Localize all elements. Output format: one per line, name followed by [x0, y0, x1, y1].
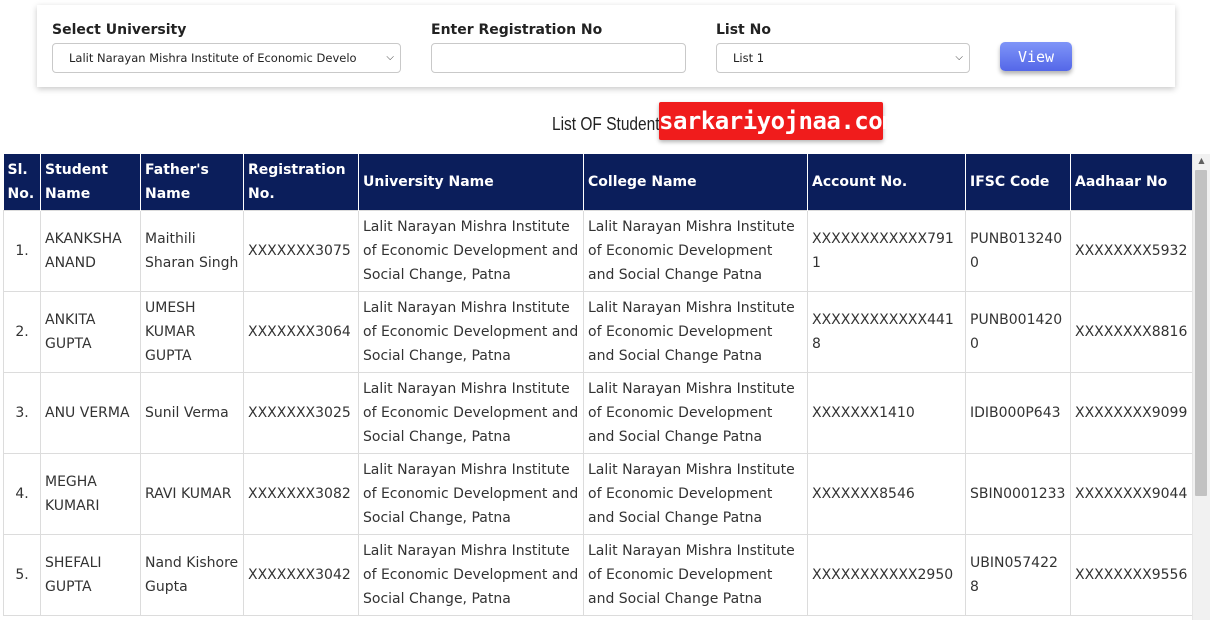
- cell-fathers-name: UMESH KUMAR GUPTA: [140, 291, 244, 373]
- cell-ifsc-code: UBIN0574228: [965, 534, 1071, 616]
- registration-label: Enter Registration No: [431, 22, 603, 38]
- header-university-name: University Name: [358, 154, 584, 211]
- cell-student-name: SHEFALI GUPTA: [40, 534, 141, 616]
- cell-registration-no: XXXXXXX3064: [243, 291, 359, 373]
- cell-college-name: Lalit Narayan Mishra Institute of Econom…: [583, 453, 808, 535]
- table-row: 5. SHEFALI GUPTA Nand Kishore Gupta XXXXXXX…: [3, 534, 1192, 616]
- cell-student-name: ANU VERMA: [40, 372, 141, 454]
- chevron-down-icon: ⌵: [955, 52, 963, 63]
- cell-ifsc-code: IDIB000P643: [965, 372, 1071, 454]
- cell-student-name: ANKITA GUPTA: [40, 291, 141, 373]
- list-no-select[interactable]: List 1 ⌵: [716, 43, 970, 73]
- cell-college-name: Lalit Narayan Mishra Institute of Econom…: [583, 291, 808, 373]
- cell-sl-no: 2.: [3, 291, 41, 373]
- student-table-container: Sl. No. Student Name Father's Name Registra…: [3, 154, 1192, 620]
- view-button[interactable]: View: [1000, 42, 1072, 71]
- cell-fathers-name: RAVI KUMAR: [140, 453, 244, 535]
- cell-sl-no: 3.: [3, 372, 41, 454]
- cell-account-no: XXXXXXX8546: [807, 453, 966, 535]
- cell-university-name: Lalit Narayan Mishra Institute of Econom…: [358, 453, 584, 535]
- vertical-scrollbar[interactable]: ▲: [1192, 154, 1210, 620]
- cell-registration-no: XXXXXXX3082: [243, 453, 359, 535]
- university-label: Select University: [52, 22, 187, 38]
- cell-university-name: Lalit Narayan Mishra Institute of Econom…: [358, 210, 584, 292]
- cell-student-name: AKANKSHA ANAND: [40, 210, 141, 292]
- cell-fathers-name: Nand Kishore Gupta: [140, 534, 244, 616]
- cell-ifsc-code: PUNB0132400: [965, 210, 1071, 292]
- table-row: 4. MEGHA KUMARI RAVI KUMAR XXXXXXX3082 Lalit…: [3, 453, 1192, 535]
- university-select[interactable]: Lalit Narayan Mishra Institute of Econom…: [52, 43, 401, 73]
- cell-aadhaar-no: XXXXXXXX9099: [1070, 372, 1192, 454]
- table-row: 1. AKANKSHA ANAND Maithili Sharan Singh XXX…: [3, 210, 1192, 292]
- university-select-value: Lalit Narayan Mishra Institute of Econom…: [69, 51, 357, 65]
- cell-aadhaar-no: XXXXXXXX9556: [1070, 534, 1192, 616]
- header-account-no: Account No.: [807, 154, 966, 211]
- table-row: 3. ANU VERMA Sunil Verma XXXXXXX3025 Lalit N…: [3, 372, 1192, 454]
- scroll-up-arrow-icon[interactable]: ▲: [1193, 154, 1210, 168]
- cell-college-name: Lalit Narayan Mishra Institute of Econom…: [583, 210, 808, 292]
- cell-fathers-name: Maithili Sharan Singh: [140, 210, 244, 292]
- header-aadhaar-no: Aadhaar No: [1070, 154, 1192, 211]
- table-row: 2. ANKITA GUPTA UMESH KUMAR GUPTA XXXXXXX30…: [3, 291, 1192, 373]
- cell-university-name: Lalit Narayan Mishra Institute of Econom…: [358, 372, 584, 454]
- watermark-logo: sarkariyojnaa.com: [659, 102, 897, 140]
- list-title: List OF Student: [552, 114, 660, 134]
- cell-account-no: XXXXXXXXXXXX7911: [807, 210, 966, 292]
- cell-aadhaar-no: XXXXXXXX8816: [1070, 291, 1192, 373]
- cell-university-name: Lalit Narayan Mishra Institute of Econom…: [358, 534, 584, 616]
- cell-student-name: MEGHA KUMARI: [40, 453, 141, 535]
- header-college-name: College Name: [583, 154, 808, 211]
- cell-account-no: XXXXXXX1410: [807, 372, 966, 454]
- cell-fathers-name: Sunil Verma: [140, 372, 244, 454]
- header-student-name: Student Name: [40, 154, 141, 211]
- table-body: 1. AKANKSHA ANAND Maithili Sharan Singh XXX…: [3, 210, 1192, 616]
- header-registration-no: Registration No.: [243, 154, 359, 211]
- cell-aadhaar-no: XXXXXXXX9044: [1070, 453, 1192, 535]
- cell-college-name: Lalit Narayan Mishra Institute of Econom…: [583, 534, 808, 616]
- cell-account-no: XXXXXXXXXXXX4418: [807, 291, 966, 373]
- search-filter-panel: Select University Lalit Narayan Mishra I…: [37, 5, 1175, 87]
- cell-university-name: Lalit Narayan Mishra Institute of Econom…: [358, 291, 584, 373]
- cell-sl-no: 4.: [3, 453, 41, 535]
- header-sl-no: Sl. No.: [3, 154, 41, 211]
- cell-account-no: XXXXXXXXXXX2950: [807, 534, 966, 616]
- table-header-row: Sl. No. Student Name Father's Name Registra…: [3, 154, 1192, 211]
- scrollbar-thumb[interactable]: [1195, 170, 1207, 496]
- list-no-label: List No: [716, 22, 771, 38]
- cell-ifsc-code: SBIN0001233: [965, 453, 1071, 535]
- list-no-select-value: List 1: [733, 51, 765, 65]
- cell-registration-no: XXXXXXX3075: [243, 210, 359, 292]
- header-ifsc-code: IFSC Code: [965, 154, 1071, 211]
- cell-college-name: Lalit Narayan Mishra Institute of Econom…: [583, 372, 808, 454]
- cell-registration-no: XXXXXXX3042: [243, 534, 359, 616]
- header-fathers-name: Father's Name: [140, 154, 244, 211]
- cell-sl-no: 5.: [3, 534, 41, 616]
- cell-aadhaar-no: XXXXXXXX5932: [1070, 210, 1192, 292]
- cell-registration-no: XXXXXXX3025: [243, 372, 359, 454]
- registration-input[interactable]: [431, 43, 686, 73]
- student-table: Sl. No. Student Name Father's Name Registra…: [3, 154, 1192, 616]
- cell-sl-no: 1.: [3, 210, 41, 292]
- chevron-down-icon: ⌵: [386, 52, 394, 63]
- cell-ifsc-code: PUNB0014200: [965, 291, 1071, 373]
